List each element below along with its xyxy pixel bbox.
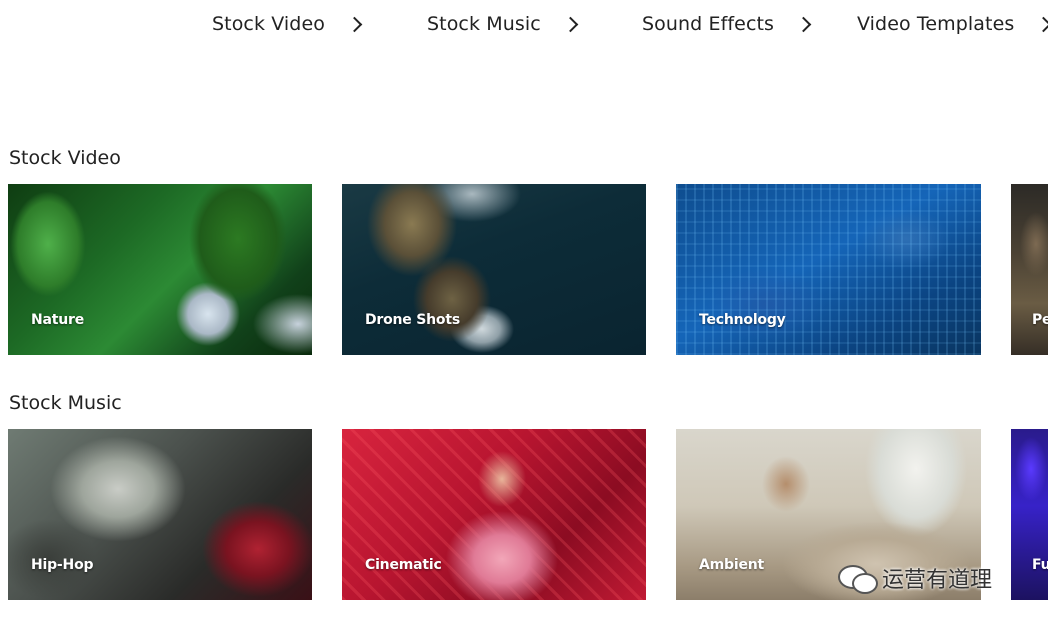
card-label: Pe	[1032, 312, 1048, 328]
chevron-right-icon	[795, 16, 812, 33]
nav-label: Stock Video	[212, 13, 325, 35]
card-label: Hip-Hop	[31, 557, 94, 573]
nav-stock-music[interactable]: Stock Music	[427, 11, 579, 37]
section-title-stock-music: Stock Music	[9, 392, 122, 414]
category-card-cinematic[interactable]: Cinematic	[342, 429, 646, 600]
nav-label: Video Templates	[857, 13, 1015, 35]
nav-video-templates[interactable]: Video Templates	[857, 11, 1048, 37]
category-card-drone-shots[interactable]: Drone Shots	[342, 184, 646, 355]
category-card-partial[interactable]: Pe	[1011, 184, 1048, 355]
card-label: Ambient	[699, 557, 764, 573]
card-label: Nature	[31, 312, 85, 328]
wechat-icon	[836, 561, 878, 595]
card-label: Cinematic	[365, 557, 442, 573]
card-label: Fu	[1032, 557, 1048, 573]
chevron-right-icon	[562, 16, 579, 33]
watermark-text: 运营有道理	[882, 568, 993, 593]
category-card-nature[interactable]: Nature	[8, 184, 312, 355]
category-card-technology[interactable]: Technology	[676, 184, 981, 355]
nav-label: Stock Music	[427, 13, 541, 35]
nav-sound-effects[interactable]: Sound Effects	[642, 11, 812, 37]
card-label: Drone Shots	[365, 312, 460, 328]
nav-stock-video[interactable]: Stock Video	[212, 11, 363, 37]
watermark: 运营有道理	[836, 560, 992, 596]
chevron-right-icon	[1036, 16, 1048, 33]
chevron-right-icon	[346, 16, 363, 33]
category-card-hip-hop[interactable]: Hip-Hop	[8, 429, 312, 600]
category-card-partial[interactable]: Fu	[1011, 429, 1048, 600]
top-category-nav: Stock Video Stock Music Sound Effects Vi…	[0, 0, 1048, 50]
nav-label: Sound Effects	[642, 13, 775, 35]
card-label: Technology	[699, 312, 786, 328]
section-title-stock-video: Stock Video	[9, 147, 121, 169]
